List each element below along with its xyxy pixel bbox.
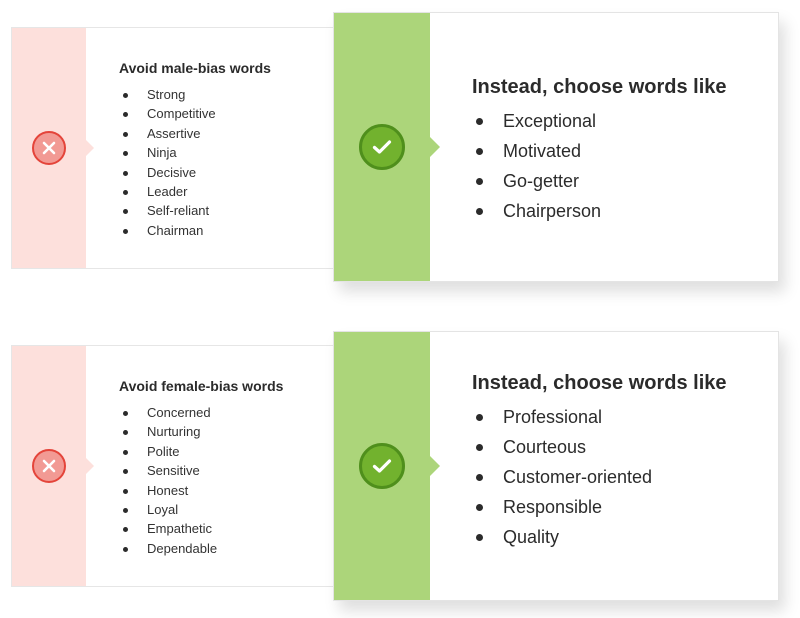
list-item: Sensitive xyxy=(119,461,283,480)
choose-male-title: Instead, choose words like xyxy=(472,76,727,98)
choose-instead-male-card: Instead, choose words like Exceptional M… xyxy=(333,12,779,282)
choose-female-list: Professional Courteous Customer-oriented… xyxy=(472,402,727,552)
list-item: Decisive xyxy=(119,163,271,182)
check-circle-icon xyxy=(359,443,405,489)
avoid-female-list: Concerned Nurturing Polite Sensitive Hon… xyxy=(119,403,283,558)
list-item: Exceptional xyxy=(472,106,727,136)
list-item: Courteous xyxy=(472,432,727,462)
list-item: Strong xyxy=(119,85,271,104)
list-item: Competitive xyxy=(119,104,271,123)
x-circle-icon xyxy=(32,449,66,483)
list-item: Chairman xyxy=(119,221,271,240)
choose-instead-female-card: Instead, choose words like Professional … xyxy=(333,331,779,601)
avoid-female-title: Avoid female-bias words xyxy=(119,378,284,394)
list-item: Loyal xyxy=(119,500,283,519)
list-item: Polite xyxy=(119,442,283,461)
list-item: Nurturing xyxy=(119,422,283,441)
choose-strip xyxy=(334,13,440,281)
list-item: Responsible xyxy=(472,492,727,522)
list-item: Chairperson xyxy=(472,196,727,226)
avoid-female-bias-card: Avoid female-bias words Concerned Nurtur… xyxy=(11,345,334,587)
list-item: Concerned xyxy=(119,403,283,422)
choose-female-title: Instead, choose words like xyxy=(472,372,727,394)
x-circle-icon xyxy=(32,131,66,165)
list-item: Assertive xyxy=(119,124,271,143)
avoid-strip xyxy=(12,28,94,268)
choose-male-list: Exceptional Motivated Go-getter Chairper… xyxy=(472,106,727,226)
list-item: Self-reliant xyxy=(119,201,271,220)
list-item: Dependable xyxy=(119,539,283,558)
check-circle-icon xyxy=(359,124,405,170)
avoid-male-bias-card: Avoid male-bias words Strong Competitive… xyxy=(11,27,334,269)
list-item: Ninja xyxy=(119,143,271,162)
list-item: Honest xyxy=(119,481,283,500)
list-item: Leader xyxy=(119,182,271,201)
list-item: Customer-oriented xyxy=(472,462,727,492)
list-item: Quality xyxy=(472,522,727,552)
list-item: Empathetic xyxy=(119,519,283,538)
avoid-male-list: Strong Competitive Assertive Ninja Decis… xyxy=(119,85,271,240)
list-item: Motivated xyxy=(472,136,727,166)
choose-strip xyxy=(334,332,440,600)
avoid-strip xyxy=(12,346,94,586)
list-item: Go-getter xyxy=(472,166,727,196)
list-item: Professional xyxy=(472,402,727,432)
avoid-male-title: Avoid male-bias words xyxy=(119,60,271,76)
